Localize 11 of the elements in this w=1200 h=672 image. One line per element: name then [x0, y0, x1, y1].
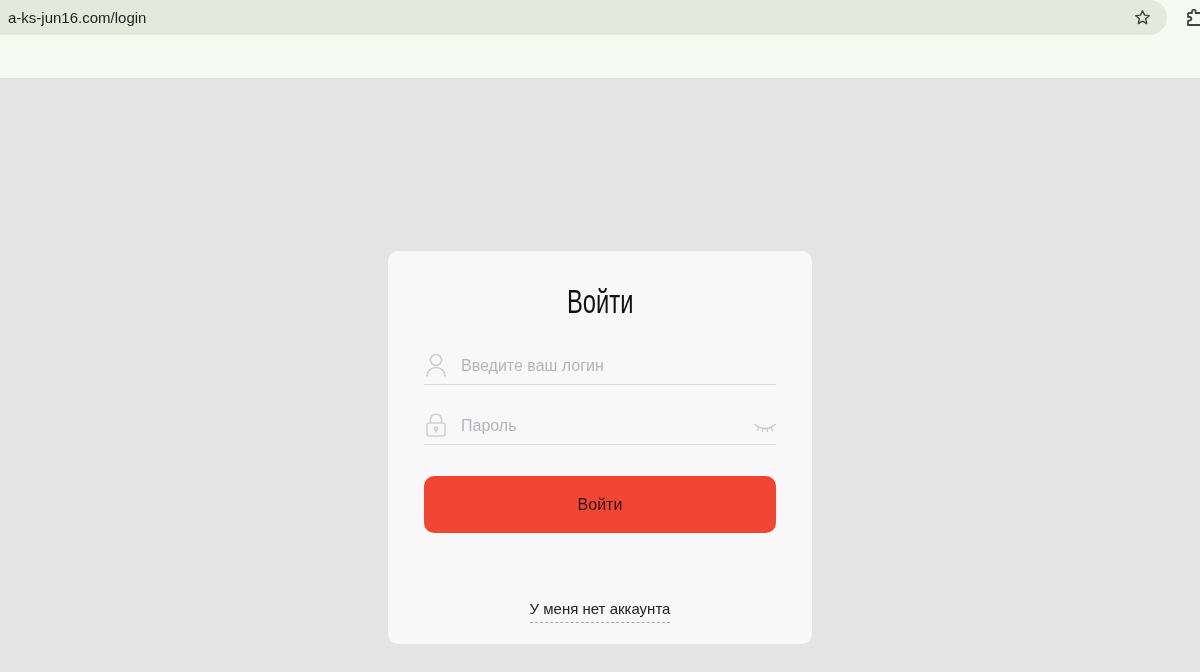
user-icon — [426, 353, 446, 377]
login-field[interactable]: Введите ваш логин — [424, 341, 776, 385]
url-text: a-ks-jun16.com/login — [8, 7, 147, 28]
form-title: Войти — [566, 282, 634, 322]
address-bar[interactable]: a-ks-jun16.com/login — [0, 0, 1167, 35]
password-field[interactable]: Пароль — [424, 401, 776, 445]
bookmark-star-icon[interactable] — [1134, 9, 1151, 26]
login-button[interactable]: Войти — [424, 476, 776, 533]
signup-link[interactable]: У меня нет аккаунта — [529, 599, 671, 623]
lock-icon — [426, 413, 446, 437]
puzzle-icon[interactable] — [1187, 8, 1200, 27]
